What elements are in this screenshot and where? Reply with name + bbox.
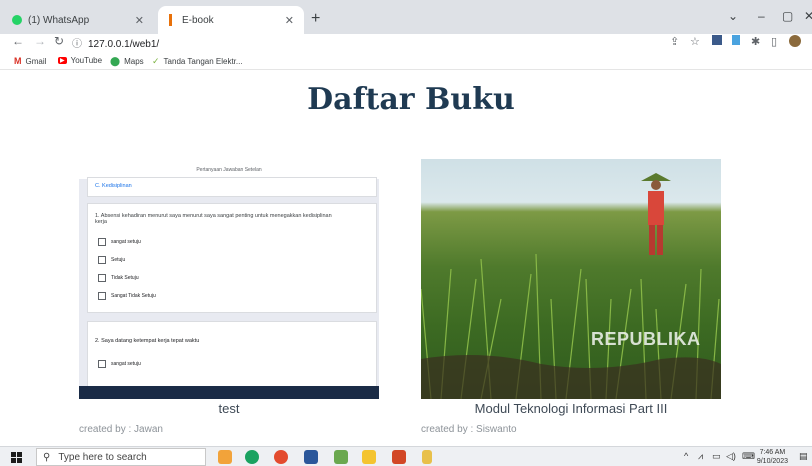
tab-ebook[interactable]: E-book ✕: [158, 6, 304, 34]
book-author: created by : Jawan: [79, 424, 163, 435]
notification-icon[interactable]: ▤: [799, 451, 808, 462]
form-question: 1. Absensi kehadiran menurut saya menuru…: [87, 203, 377, 313]
close-icon[interactable]: ✕: [285, 14, 294, 27]
watermark-text: REPUBLIKA: [591, 329, 701, 349]
reload-icon[interactable]: ↻: [54, 34, 64, 48]
taskbar-search-input[interactable]: ⚲ Type here to search: [36, 448, 206, 466]
form-option: Tidak Setuju: [98, 274, 139, 282]
book-title[interactable]: Modul Teknologi Informasi Part III: [421, 401, 721, 418]
form-tabs: Pertanyaan Jawaban Setelan: [79, 159, 379, 179]
system-clock[interactable]: 7:46 AM 9/10/2023: [757, 448, 788, 466]
form-question-text: 2. Saya datang ketempat kerja tepat wakt…: [95, 338, 200, 344]
mini-taskbar: [79, 386, 379, 399]
bookmark-label: Tanda Tangan Elektr...: [163, 57, 243, 66]
gmail-icon: M: [14, 56, 22, 66]
share-icon[interactable]: ⇪: [670, 35, 679, 48]
youtube-icon: ▶: [58, 57, 67, 64]
book-card[interactable]: REPUBLIKA Modul Teknologi Informasi Part…: [421, 159, 721, 435]
volume-icon[interactable]: ◁): [726, 451, 736, 462]
extension-icon[interactable]: [712, 35, 722, 45]
profile-avatar[interactable]: [789, 35, 801, 47]
bookmark-signature[interactable]: ✓ Tanda Tangan Elektr...: [152, 56, 243, 67]
extension-icon[interactable]: [732, 35, 740, 45]
firefox-icon[interactable]: [274, 450, 288, 464]
bookmark-gmail[interactable]: M Gmail: [14, 56, 46, 66]
close-icon[interactable]: ✕: [135, 14, 144, 27]
book-cover-image[interactable]: Pertanyaan Jawaban Setelan C. Kedisiplin…: [79, 159, 379, 399]
form-option: Setuju: [98, 256, 125, 264]
bookmark-label: Maps: [124, 57, 144, 66]
close-window-icon[interactable]: ✕: [804, 9, 812, 23]
book-card[interactable]: Pertanyaan Jawaban Setelan C. Kedisiplin…: [79, 159, 379, 435]
extensions-puzzle-icon[interactable]: ✱: [751, 35, 760, 48]
maximize-icon[interactable]: ▢: [782, 9, 793, 23]
tab-title: (1) WhatsApp: [28, 14, 90, 26]
browser-toolbar: ← → ↻ ⓘ 127.0.0.1/web1/ ⇪ ☆ ✱ ▯: [0, 34, 812, 51]
tray-chevron-icon[interactable]: ^: [684, 451, 688, 461]
site-info-icon[interactable]: ⓘ: [72, 39, 82, 50]
app-icon[interactable]: [422, 450, 432, 464]
clock-time: 7:46 AM: [759, 449, 786, 456]
book-title[interactable]: test: [79, 401, 379, 418]
form-option: Sangat Tidak Setuju: [98, 292, 156, 300]
ebook-icon: [166, 14, 176, 26]
back-icon[interactable]: ←: [12, 34, 24, 48]
tab-whatsapp[interactable]: (1) WhatsApp ✕: [4, 6, 154, 34]
book-cover-image[interactable]: REPUBLIKA: [421, 159, 721, 399]
file-explorer-icon[interactable]: [362, 450, 376, 464]
bookmark-youtube[interactable]: ▶ YouTube: [58, 56, 102, 65]
search-icon: ⚲: [43, 451, 51, 463]
url-text: 127.0.0.1/web1/: [88, 39, 160, 50]
form-text: C. Kedisiplinan: [95, 183, 132, 189]
bookmark-star-icon[interactable]: ☆: [690, 35, 700, 48]
form-question: 2. Saya datang ketempat kerja tepat wakt…: [87, 321, 377, 391]
tab-search-icon[interactable]: ⌄: [728, 9, 738, 23]
new-tab-icon[interactable]: +: [311, 10, 320, 28]
farmer-figure: [641, 173, 671, 255]
network-icon[interactable]: ⩘: [698, 451, 703, 462]
word-icon[interactable]: [304, 450, 318, 464]
app-icon[interactable]: [334, 450, 348, 464]
bookmark-maps[interactable]: ⬤ Maps: [110, 56, 144, 67]
signature-icon: ✓: [152, 56, 160, 66]
page-title: Daftar Buku: [307, 82, 515, 117]
address-bar[interactable]: ⓘ 127.0.0.1/web1/: [72, 35, 159, 50]
browser-tabstrip: (1) WhatsApp ✕ E-book ✕ + ⌄ – ▢ ✕: [0, 0, 812, 34]
forward-icon[interactable]: →: [34, 34, 46, 48]
bookmark-label: YouTube: [70, 56, 103, 65]
whatsapp-icon: [12, 15, 22, 25]
app-icon[interactable]: [218, 450, 232, 464]
bookmark-label: Gmail: [25, 56, 47, 66]
minimize-icon[interactable]: –: [758, 9, 765, 23]
chrome-icon[interactable]: [245, 450, 259, 464]
form-option: sangat setuju: [98, 360, 141, 368]
clock-date: 9/10/2023: [756, 458, 788, 465]
form-section: C. Kedisiplinan: [87, 177, 377, 197]
bookmarks-bar: M Gmail ▶ YouTube ⬤ Maps ✓ Tanda Tangan …: [0, 54, 812, 70]
tab-title: E-book: [182, 14, 214, 26]
os-taskbar: ⚲ Type here to search ^ ⩘ ▭ ◁) ⌨ 7:46 AM…: [0, 446, 812, 466]
book-author: created by : Siswanto: [421, 424, 517, 435]
form-option: sangat setuju: [98, 238, 141, 246]
maps-icon: ⬤: [110, 56, 121, 66]
search-placeholder: Type here to search: [58, 451, 147, 463]
form-question-text: 1. Absensi kehadiran menurut saya menuru…: [95, 213, 332, 225]
powerpoint-icon[interactable]: [392, 450, 406, 464]
side-panel-icon[interactable]: ▯: [771, 35, 777, 48]
battery-icon[interactable]: ▭: [712, 451, 721, 462]
keyboard-icon[interactable]: ⌨: [742, 451, 755, 462]
windows-start-icon[interactable]: [11, 452, 22, 463]
